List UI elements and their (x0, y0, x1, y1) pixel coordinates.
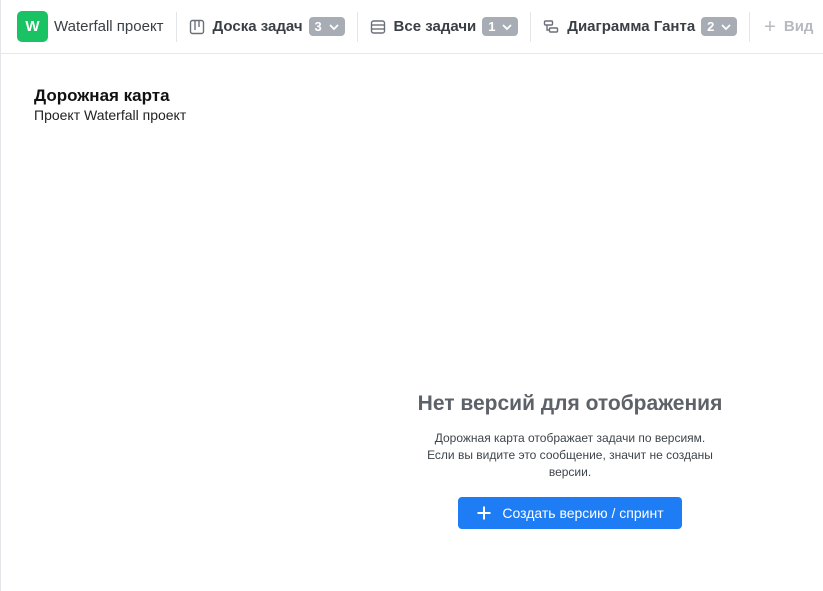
create-version-label: Создать версию / спринт (502, 505, 664, 521)
chevron-down-icon (328, 23, 339, 30)
views-count: 1 (488, 19, 496, 34)
tab-label: Все задачи (393, 18, 477, 35)
empty-state-line: Дорожная карта отображает задачи по верс… (434, 431, 706, 445)
tab-gantt-chart[interactable]: Диаграмма Ганта 2 (531, 0, 749, 54)
project-name: Waterfall проект (54, 18, 164, 35)
empty-state: Нет версий для отображения Дорожная карт… (395, 390, 745, 481)
empty-state-description: Дорожная карта отображает задачи по верс… (395, 430, 745, 481)
project-switcher[interactable]: W Waterfall проект (1, 0, 176, 54)
page-subtitle: Проект Waterfall проект (34, 107, 187, 123)
add-view-label: Вид (783, 18, 814, 35)
roadmap-page: W Waterfall проект Доска задач 3 Все зад… (0, 0, 823, 591)
chevron-down-icon (721, 23, 731, 30)
views-count-dropdown[interactable]: 1 (482, 17, 519, 36)
add-view-button[interactable]: + Вид (750, 0, 813, 54)
views-count: 3 (314, 19, 322, 34)
plus-icon (476, 505, 492, 521)
views-count: 2 (707, 19, 715, 34)
project-logo: W (17, 11, 48, 42)
create-version-button[interactable]: Создать версию / спринт (458, 497, 682, 529)
page-title: Дорожная карта (34, 86, 170, 105)
empty-state-line: Если вы видите это сообщение, значит не … (427, 448, 713, 479)
top-navigation-bar: W Waterfall проект Доска задач 3 Все зад… (1, 0, 823, 54)
views-count-dropdown[interactable]: 3 (308, 17, 345, 36)
page-header: Дорожная карта Проект Waterfall проект (34, 86, 186, 124)
tab-label: Диаграмма Ганта (567, 18, 696, 35)
tab-task-board[interactable]: Доска задач 3 (177, 0, 357, 54)
gantt-icon (543, 19, 559, 35)
tab-label: Доска задач (212, 18, 303, 35)
views-count-dropdown[interactable]: 2 (701, 17, 738, 36)
tab-all-tasks[interactable]: Все задачи 1 (358, 0, 531, 54)
plus-icon: + (764, 15, 776, 38)
list-icon (370, 19, 386, 35)
board-icon (189, 19, 205, 35)
chevron-down-icon (502, 23, 512, 30)
empty-state-title: Нет версий для отображения (417, 392, 723, 415)
